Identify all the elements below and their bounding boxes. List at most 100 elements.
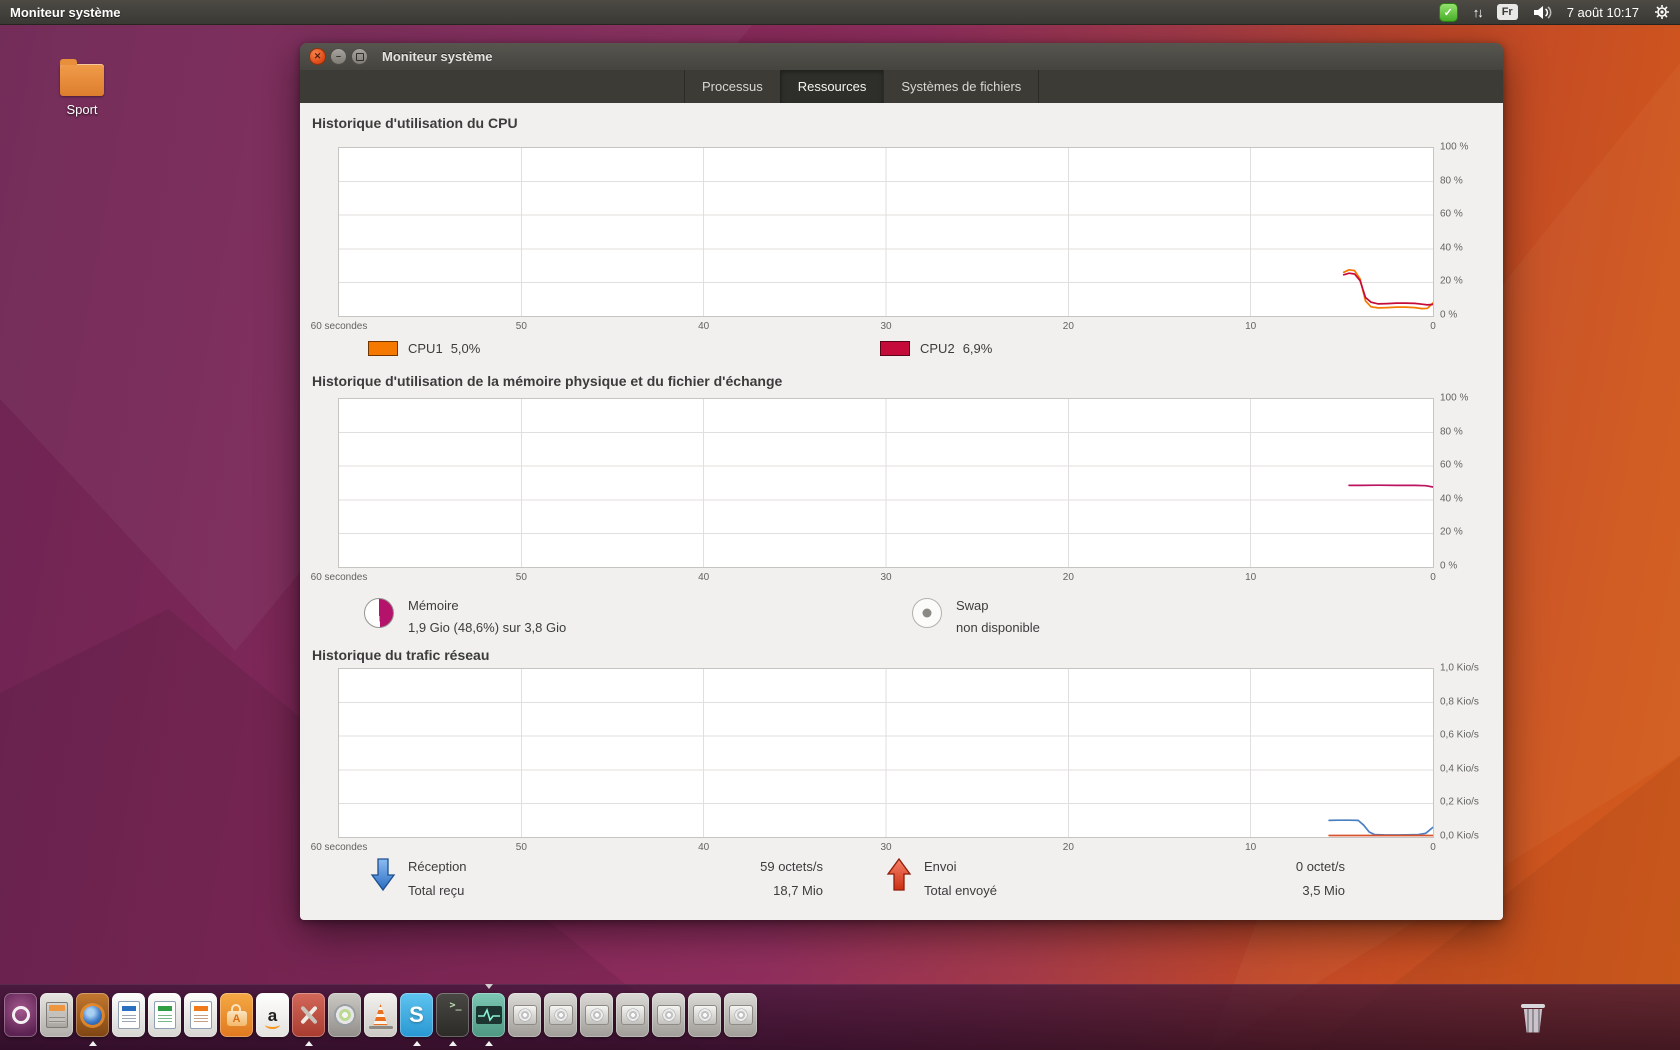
dock-slot-ubuntu-software: A [220,993,253,1037]
vlc-cone-icon [373,1003,388,1026]
dock-slot-drive-5 [652,993,685,1037]
dock-dash-icon[interactable] [4,993,37,1037]
axis-tick-label: 30 [880,842,892,853]
dock-drive-4-icon[interactable] [616,993,649,1037]
axis-tick-label: 20 % [1440,526,1463,538]
axis-tick-label: 40 [698,842,710,853]
window-titlebar[interactable]: ✕ – Moniteur système [300,43,1503,71]
top-panel: Moniteur système ✓ ↑↓ Fr 7 août 10:17 [0,0,1680,25]
trash-body [1523,1008,1543,1033]
dock-libreoffice-impress-icon[interactable] [184,993,217,1037]
cpu-x-axis: 60 secondes 50 40 30 20 10 0 [311,321,1436,335]
network-indicator-icon[interactable]: ↑↓ [1473,5,1484,20]
dock-drive-5-icon[interactable] [652,993,685,1037]
dock-drive-7-icon[interactable] [724,993,757,1037]
dock-vlc-icon[interactable] [364,993,397,1037]
close-button[interactable]: ✕ [309,48,326,65]
dock-firefox-icon[interactable] [76,993,109,1037]
axis-tick-label: 0,0 Kio/s [1440,830,1479,842]
trash-lid [1521,1003,1545,1008]
launcher-dock: Aa S >_ [0,984,1680,1050]
skype-s-icon: S [409,1002,424,1027]
software-bag-icon: A [226,1004,247,1026]
file-cabinet-icon [45,1002,68,1028]
dock-amazon-icon[interactable]: a [256,993,289,1037]
total-sent-value: 3,5 Mio [1302,883,1345,898]
cpu-section-title: Historique d'utilisation du CPU [312,115,518,131]
dock-slot-drive-1 [508,993,541,1037]
hard-drive-icon [656,1005,681,1025]
dock-system-settings-icon[interactable] [292,993,325,1037]
cpu-legend: CPU1 5,0% CPU2 6,9% [300,341,1503,363]
reception-legend-item: Réception 59 octets/s Total reçu 18,7 Mi… [364,855,823,903]
axis-tick-label: 80 % [1440,426,1463,438]
cpu1-legend-item: CPU1 5,0% [368,341,480,356]
dock-libreoffice-calc-icon[interactable] [148,993,181,1037]
terminal-prompt-icon: >_ [449,1000,462,1011]
axis-tick-label: 100 % [1440,141,1469,153]
dock-terminal-icon[interactable]: >_ [436,993,469,1037]
volume-icon[interactable] [1533,5,1552,20]
dock-drive-3-icon[interactable] [580,993,613,1037]
maximize-button[interactable] [351,48,368,65]
axis-tick-label: 0 % [1440,309,1458,321]
skype-status-icon[interactable]: ✓ [1438,2,1458,22]
dock-drive-2-icon[interactable] [544,993,577,1037]
running-indicator [484,1037,493,1046]
clock[interactable]: 7 août 10:17 [1567,5,1639,20]
running-indicator [448,1037,457,1046]
dock-ubuntu-software-icon[interactable]: A [220,993,253,1037]
running-indicator [304,1037,313,1046]
axis-tick-label: 60 % [1440,208,1463,220]
hard-drive-icon [692,1005,717,1025]
dock-drive-6-icon[interactable] [688,993,721,1037]
dock-slot-system-settings [292,993,325,1046]
dock-system-monitor-icon[interactable] [472,993,505,1037]
axis-tick-label: 0,2 Kio/s [1440,796,1479,808]
tab-systemes-de-fichiers[interactable]: Systèmes de fichiers [883,70,1040,103]
axis-tick-label: 100 % [1440,392,1469,404]
window-buttons: ✕ – [309,48,368,65]
dock-skype-icon[interactable]: S [400,993,433,1037]
axis-tick-label: 20 % [1440,275,1463,287]
running-indicator [412,1037,421,1046]
desktop-icon-sport[interactable]: Sport [50,58,114,117]
dock-libreoffice-writer-icon[interactable] [112,993,145,1037]
download-arrow-icon [370,857,396,896]
tab-processus[interactable]: Processus [684,70,780,103]
axis-tick-label: 60 secondes [310,842,368,853]
axis-tick-label: 0,8 Kio/s [1440,696,1479,708]
memory-chart [338,398,1434,568]
axis-tick-label: 30 [880,321,892,332]
cpu1-label: CPU1 [408,341,443,356]
calc-document-icon [153,1001,176,1029]
dock-disk-creator-icon[interactable] [328,993,361,1037]
tab-ressources[interactable]: Ressources [779,70,884,103]
dock-slot-skype: S [400,993,433,1046]
dock-slot-drive-2 [544,993,577,1037]
axis-tick-label: 0 [1430,572,1436,583]
axis-tick-label: 40 % [1440,493,1463,505]
cpu-chart [338,147,1434,317]
axis-tick-label: 80 % [1440,175,1463,187]
impress-document-icon [189,1001,212,1029]
memory-label: Mémoire [408,598,459,613]
axis-tick-label: 60 secondes [310,321,368,332]
envoi-legend-item: Envoi 0 octet/s Total envoyé 3,5 Mio [880,855,1345,903]
keyboard-layout-indicator[interactable]: Fr [1496,4,1518,20]
ubuntu-logo-icon [11,1006,30,1024]
axis-tick-label: 20 [1062,842,1074,853]
minimize-button[interactable]: – [330,48,347,65]
session-gear-icon[interactable] [1654,4,1670,20]
upload-arrow-icon [886,857,912,896]
memory-pie-icon [364,598,394,628]
swap-label: Swap [956,598,989,613]
dock-slot-drive-6 [688,993,721,1037]
axis-tick-label: 1,0 Kio/s [1440,662,1479,674]
dock-drive-1-icon[interactable] [508,993,541,1037]
dock-slot-dash [4,993,37,1037]
dock-files-icon[interactable] [40,993,73,1037]
trash-icon[interactable] [1516,996,1550,1040]
network-chart [338,668,1434,838]
memory-value: 1,9 Gio (48,6%) sur 3,8 Gio [408,620,567,635]
